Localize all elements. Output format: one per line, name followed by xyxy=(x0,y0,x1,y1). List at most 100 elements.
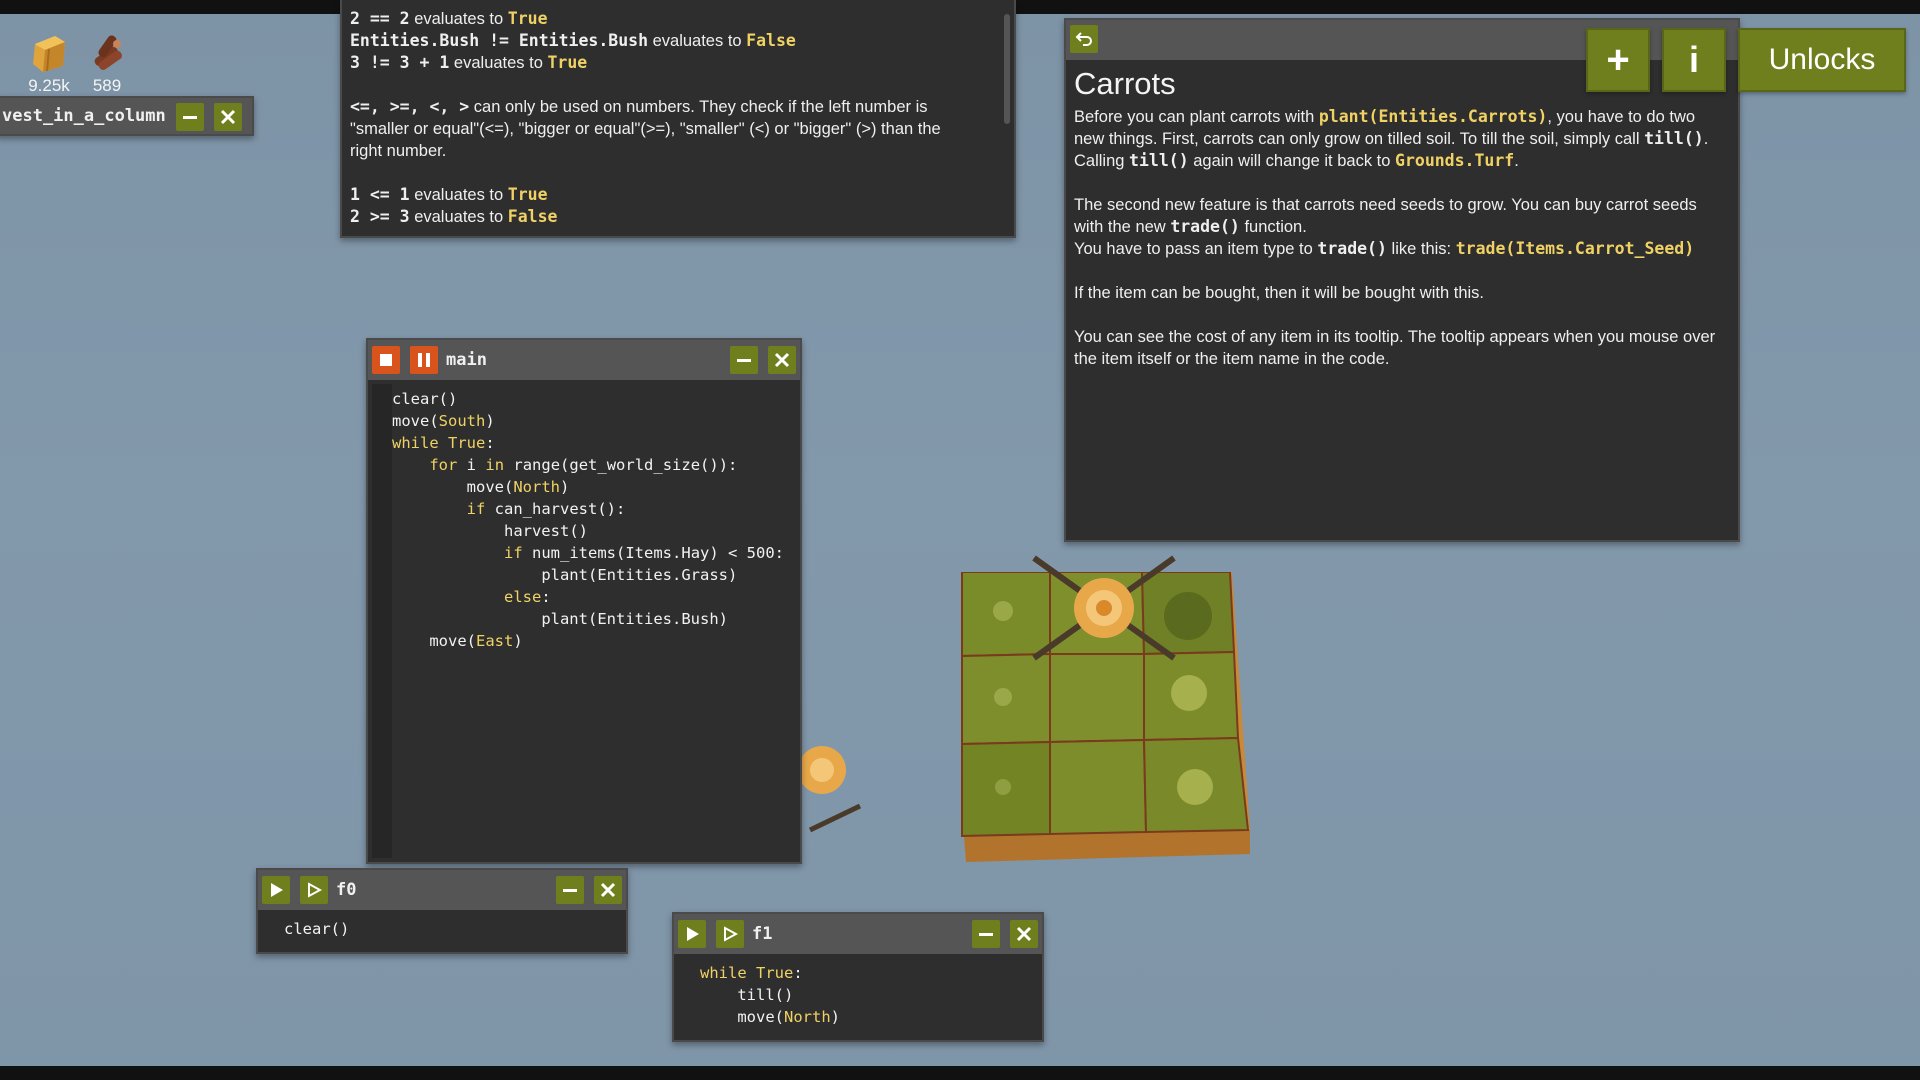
code-gutter xyxy=(372,384,392,858)
bush-icon xyxy=(1171,675,1207,711)
run-button[interactable] xyxy=(678,920,706,948)
code-line[interactable]: plant(Entities.Bush) xyxy=(392,608,784,630)
window-title: f0 xyxy=(336,880,357,900)
resource-hay: 9.25k xyxy=(22,32,76,96)
bottom-border xyxy=(0,1066,1920,1080)
comparison-docs-window[interactable]: 2 == 2 evaluates to True Entities.Bush !… xyxy=(340,0,1016,238)
drone-icon xyxy=(800,746,862,833)
doc-line: 1 <= 1 evaluates to True xyxy=(350,185,548,204)
close-icon xyxy=(600,882,616,898)
hay-icon xyxy=(33,36,65,72)
play-icon xyxy=(687,927,699,941)
code-editor[interactable]: while True: till() move(North) xyxy=(700,962,840,1028)
unlocks-label: Unlocks xyxy=(1768,43,1876,76)
code-line[interactable]: move(South) xyxy=(392,410,784,432)
close-button[interactable] xyxy=(214,103,242,131)
code-line[interactable]: move(North) xyxy=(392,476,784,498)
code-line[interactable]: clear() xyxy=(392,388,784,410)
minimize-icon xyxy=(979,933,993,936)
unlocks-button[interactable]: Unlocks xyxy=(1738,28,1906,92)
minimize-button[interactable] xyxy=(972,920,1000,948)
stop-button[interactable] xyxy=(372,346,400,374)
carrots-title: Carrots xyxy=(1074,66,1176,101)
code-line[interactable]: till() xyxy=(700,984,840,1006)
code-line[interactable]: else: xyxy=(392,586,784,608)
wood-icon xyxy=(94,35,122,70)
close-button[interactable] xyxy=(1010,920,1038,948)
doc-line: 2 == 2 evaluates to True xyxy=(350,9,548,28)
carrots-docs-text: Before you can plant carrots with plant(… xyxy=(1074,106,1724,370)
play-outline-icon xyxy=(308,882,322,898)
close-icon xyxy=(1016,926,1032,942)
plus-icon: + xyxy=(1606,37,1630,82)
code-editor[interactable]: clear() xyxy=(284,918,349,940)
back-arrow-icon xyxy=(1075,32,1092,46)
f0-titlebar: f0 xyxy=(258,870,626,910)
code-line[interactable]: if num_items(Items.Hay) < 500: xyxy=(392,542,784,564)
harvest-column-window[interactable]: vest_in_a_column xyxy=(0,96,254,136)
stop-icon xyxy=(380,354,392,366)
step-button[interactable] xyxy=(300,876,328,904)
add-button[interactable]: + xyxy=(1586,28,1650,92)
bush-icon xyxy=(995,779,1011,795)
minimize-icon xyxy=(737,359,751,362)
minimize-button[interactable] xyxy=(730,346,758,374)
minimize-icon xyxy=(183,116,197,119)
code-line[interactable]: for i in range(get_world_size()): xyxy=(392,454,784,476)
comparison-docs-text: 2 == 2 evaluates to True Entities.Bush !… xyxy=(350,8,990,228)
doc-paragraph: You can see the cost of any item in its … xyxy=(1074,328,1716,368)
doc-line: Entities.Bush != Entities.Bush evaluates… xyxy=(350,31,796,50)
window-title: f1 xyxy=(752,924,773,944)
code-line[interactable]: clear() xyxy=(284,918,349,940)
info-button[interactable]: i xyxy=(1662,28,1726,92)
play-outline-icon xyxy=(724,926,738,942)
doc-paragraph: Before you can plant carrots with plant(… xyxy=(1074,107,1709,170)
code-line[interactable]: move(North) xyxy=(700,1006,840,1028)
farm-grid[interactable] xyxy=(958,555,1252,862)
close-button[interactable] xyxy=(768,346,796,374)
code-line[interactable]: if can_harvest(): xyxy=(392,498,784,520)
code-line[interactable]: plant(Entities.Grass) xyxy=(392,564,784,586)
docs-scrollbar[interactable] xyxy=(1004,14,1010,124)
f1-code-window[interactable]: f1 while True: till() move(North) xyxy=(672,912,1044,1042)
doc-line: 2 >= 3 evaluates to False xyxy=(350,207,558,226)
main-titlebar: main xyxy=(368,340,800,380)
close-icon xyxy=(220,109,236,125)
code-line[interactable]: harvest() xyxy=(392,520,784,542)
minimize-button[interactable] xyxy=(556,876,584,904)
run-button[interactable] xyxy=(262,876,290,904)
carrots-docs-window[interactable]: Carrots Before you can plant carrots wit… xyxy=(1064,18,1740,542)
bush-icon xyxy=(993,601,1013,621)
bush-icon xyxy=(994,688,1012,706)
close-icon xyxy=(774,352,790,368)
main-code-window[interactable]: main clear() move(South) while True: for i… xyxy=(366,338,802,864)
code-line[interactable]: move(East) xyxy=(392,630,784,652)
minimize-icon xyxy=(563,889,577,892)
pause-icon xyxy=(418,353,430,367)
code-line[interactable]: while True: xyxy=(392,432,784,454)
f0-code-window[interactable]: f0 clear() xyxy=(256,868,628,954)
code-editor[interactable]: clear() move(South) while True: for i in r… xyxy=(392,388,784,652)
close-button[interactable] xyxy=(594,876,622,904)
wood-count: 589 xyxy=(92,76,122,95)
minimize-button[interactable] xyxy=(176,103,204,131)
window-title: vest_in_a_column xyxy=(2,106,166,126)
bush-icon xyxy=(1177,769,1213,805)
back-button[interactable] xyxy=(1070,25,1098,53)
resource-wood: 589 xyxy=(82,32,132,96)
code-line[interactable]: while True: xyxy=(700,962,840,984)
window-title: main xyxy=(446,350,487,370)
step-button[interactable] xyxy=(716,920,744,948)
info-icon: i xyxy=(1688,39,1699,80)
doc-paragraph: <=, >=, <, > can only be used on numbers… xyxy=(350,97,928,116)
pause-button[interactable] xyxy=(410,346,438,374)
hay-count: 9.25k xyxy=(28,76,70,95)
drone-icon xyxy=(1032,555,1176,661)
doc-paragraph: right number. xyxy=(350,142,447,160)
doc-paragraph: The second new feature is that carrots n… xyxy=(1074,196,1697,236)
play-icon xyxy=(271,883,283,897)
doc-paragraph: You have to pass an item type to trade()… xyxy=(1074,239,1695,258)
doc-paragraph: If the item can be bought, then it will … xyxy=(1074,284,1484,302)
doc-line: 3 != 3 + 1 evaluates to True xyxy=(350,53,588,72)
doc-paragraph: "smaller or equal"(<=), "bigger or equal… xyxy=(350,120,941,138)
